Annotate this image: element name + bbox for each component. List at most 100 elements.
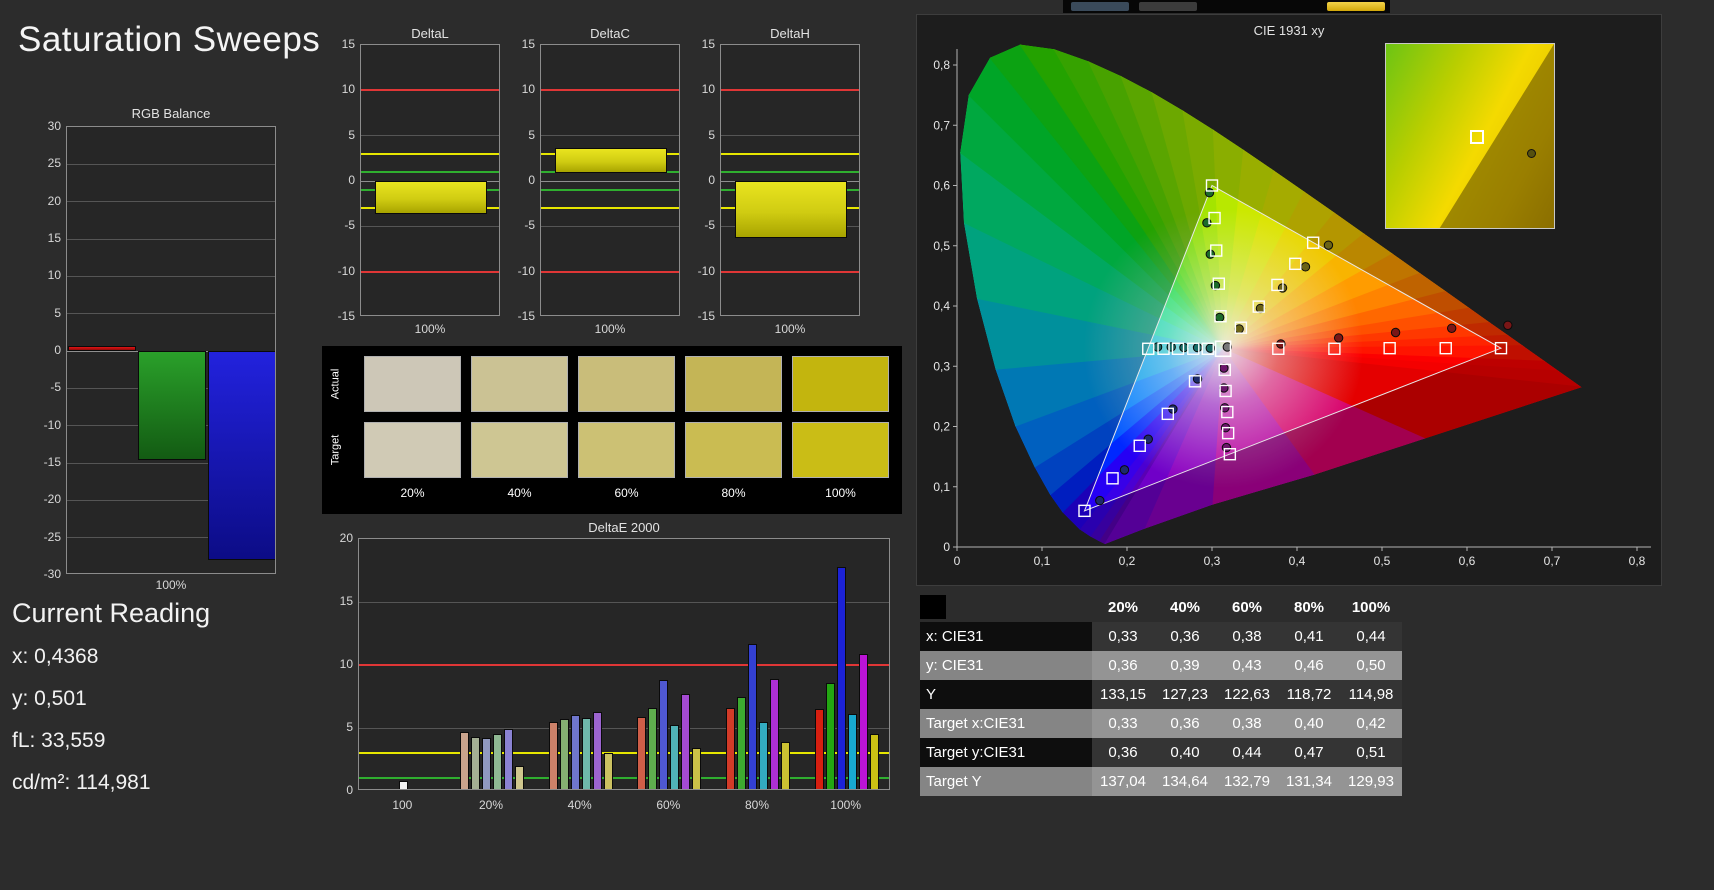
- y-tick-label: 0,1: [933, 480, 950, 494]
- y-tick-label: -5: [524, 218, 535, 233]
- measured-point: [1219, 363, 1229, 373]
- limit-line: [359, 777, 889, 780]
- delta-e-bar: [825, 682, 835, 789]
- limit-line: [361, 170, 499, 173]
- table-cell: 0,36: [1092, 651, 1154, 680]
- toolbar-button[interactable]: [1139, 2, 1197, 11]
- chart-title: DeltaH: [770, 26, 810, 41]
- chart-title: DeltaL: [411, 26, 449, 41]
- window-topbar: [1063, 0, 1390, 13]
- x-tick-label: 0,8: [1629, 554, 1646, 568]
- plot-area: [358, 538, 890, 790]
- inset-target-square: [1470, 130, 1484, 145]
- reading-x: x: 0,4368: [12, 645, 99, 668]
- delta-e-bar: [493, 734, 502, 789]
- y-tick-label: 5: [346, 720, 353, 734]
- delta-e-bar: [570, 715, 580, 789]
- y-tick-label: 25: [47, 156, 61, 171]
- measured-point: [1221, 442, 1232, 453]
- y-tick-label: -20: [43, 492, 61, 507]
- table-cell: 0,50: [1340, 651, 1402, 680]
- measured-point: [1119, 465, 1130, 475]
- reading-y: y: 0,501: [12, 687, 87, 710]
- table-cell: 118,72: [1278, 680, 1340, 709]
- blue-bar: [208, 351, 275, 561]
- x-tick-label: 0,7: [1544, 554, 1561, 568]
- measurement-table: 20% 40% 60% 80% 100% x: CIE31 0,33 0,36 0,38 0,41…: [920, 592, 1402, 796]
- y-tick-label: 0,2: [933, 420, 950, 434]
- table-row: Y 133,15 127,23 122,63 118,72 114,98: [920, 680, 1402, 709]
- toolbar-button-yellow[interactable]: [1327, 2, 1385, 11]
- swatch-actual-40%: [471, 356, 568, 412]
- table-row: x: CIE31 0,33 0,36 0,38 0,41 0,44: [920, 622, 1402, 651]
- table-row: Target Y 137,04 134,64 132,79 131,34 129,93: [920, 767, 1402, 796]
- measured-point: [1192, 342, 1203, 353]
- delta-h-chart: DeltaH 100% 15 10 5 0 -5 -10 -15: [690, 26, 868, 356]
- measured-point: [1214, 312, 1225, 323]
- y-tick-label: -25: [43, 529, 61, 544]
- delta-e-bar: [737, 696, 746, 789]
- y-tick-label: -5: [344, 218, 355, 233]
- y-tick-label: -15: [43, 455, 61, 469]
- reading-cdm2: cd/m²: 114,981: [12, 771, 151, 794]
- x-tick-label: 100: [392, 798, 413, 812]
- y-tick-label: -15: [697, 309, 715, 323]
- y-tick-label: 0: [943, 540, 950, 554]
- current-reading-heading: Current Reading: [12, 598, 211, 628]
- y-tick-label: -15: [337, 309, 355, 323]
- gridline: [67, 238, 275, 240]
- chart-title: RGB Balance: [131, 106, 211, 121]
- swatch-target-100%: [792, 422, 889, 478]
- plot-area: [540, 44, 680, 316]
- measured-point: [1166, 342, 1176, 352]
- table-row: Target x:CIE31 0,33 0,36 0,38 0,40 0,42: [920, 709, 1402, 738]
- y-tick-label: 0,7: [933, 118, 950, 132]
- delta-bar: [555, 148, 667, 173]
- swatch-actual-60%: [578, 356, 675, 412]
- y-tick-label: 0: [54, 343, 61, 357]
- measured-point: [1390, 327, 1401, 338]
- toolbar-button[interactable]: [1071, 2, 1129, 11]
- red-bar: [68, 345, 136, 351]
- table-cell: 114,98: [1340, 680, 1402, 709]
- table-cell: 122,63: [1216, 680, 1278, 709]
- swatch-target-40%: [471, 422, 568, 478]
- x-tick-label: 0,2: [1119, 554, 1136, 568]
- table-cell: 0,51: [1340, 738, 1402, 767]
- table-col-header: 60%: [1231, 598, 1263, 616]
- delta-e-bar: [858, 653, 868, 789]
- measured-point: [1323, 240, 1334, 250]
- y-tick-label: -10: [697, 263, 715, 278]
- x-tick-label: 0: [954, 554, 961, 568]
- y-tick-label: -15: [517, 309, 535, 323]
- delta-e-bar: [460, 731, 469, 789]
- row-label: Y: [920, 680, 1092, 709]
- measured-point: [1095, 495, 1105, 506]
- y-tick-label: 15: [341, 37, 355, 51]
- limit-line: [721, 89, 859, 92]
- delta-e-bar: [770, 678, 779, 789]
- delta-e-bar: [504, 729, 513, 789]
- measured-point: [1447, 323, 1457, 333]
- delta-e-bar: [814, 709, 824, 789]
- reading-fl: fL: 33,559: [12, 729, 106, 752]
- swatch-col-label: 20%: [400, 486, 425, 500]
- x-tick-label: 20%: [478, 798, 504, 812]
- y-tick-label: 5: [348, 127, 355, 142]
- swatch-comparison-panel: Actual Target 20% 40% 60% 80% 100%: [322, 346, 902, 514]
- swatch-row-label: Actual: [329, 368, 342, 400]
- x-tick-label: 0,1: [1034, 554, 1051, 568]
- delta-e-bar: [515, 765, 524, 789]
- table-cell: 0,38: [1216, 709, 1278, 738]
- table-cell: 0,36: [1154, 709, 1216, 738]
- swatch-actual-80%: [685, 356, 782, 412]
- gridline: [541, 135, 679, 137]
- y-tick-label: 15: [521, 37, 535, 51]
- plot-area: [720, 44, 860, 316]
- delta-e-bar: [847, 714, 857, 789]
- row-label: y: CIE31: [920, 651, 1092, 680]
- table-row: Target y:CIE31 0,36 0,40 0,44 0,47 0,51: [920, 738, 1402, 767]
- corner-box: [920, 595, 946, 619]
- chart-title: DeltaE 2000: [588, 520, 660, 535]
- delta-e-bar: [648, 707, 658, 789]
